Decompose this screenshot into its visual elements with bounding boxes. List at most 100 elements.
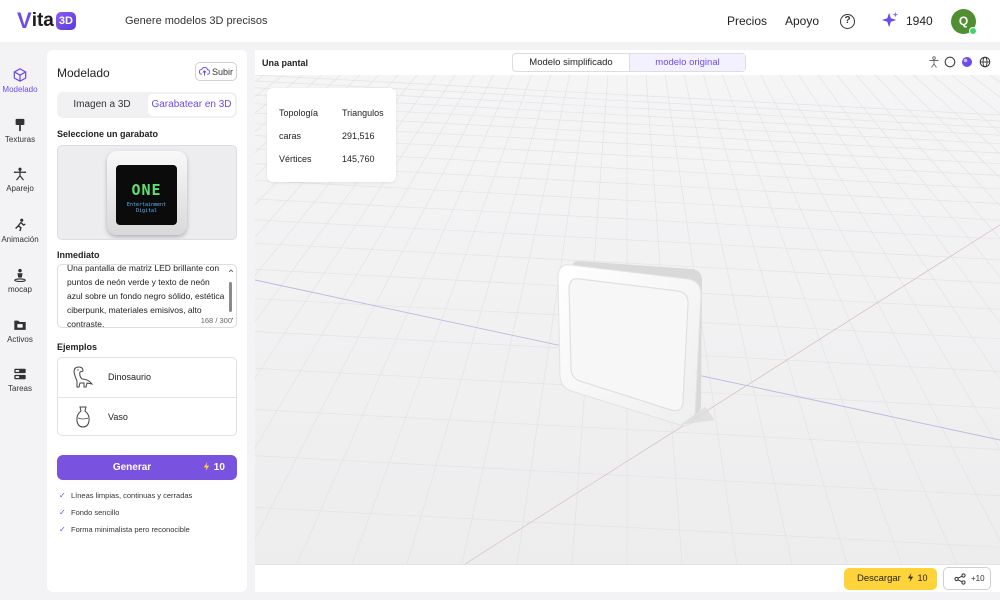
modeling-panel: Modelado Subir Imagen a 3D Garabatear en… <box>47 50 247 592</box>
avatar[interactable]: Q <box>951 9 977 35</box>
led-screen: ONE Entertainment Digital <box>116 165 177 225</box>
sketch-tips: ✓ Líneas limpias, continuas y cerradas ✓ F… <box>57 487 242 538</box>
lightning-sparkle-icon <box>907 573 914 582</box>
rail-item-tasks[interactable]: Tareas <box>0 367 40 393</box>
tip-item: ✓ Líneas limpias, continuas y cerradas <box>57 487 242 504</box>
upload-label: Subir <box>211 66 233 77</box>
rail-item-mocap[interactable]: mocap <box>0 268 40 294</box>
check-icon: ✓ <box>59 508 66 517</box>
tab-image-to-3d[interactable]: Imagen a 3D <box>59 94 145 116</box>
example-item-vase[interactable]: Vaso <box>58 397 236 436</box>
topology-stats-card: Topología Triangulos caras 291,516 Vérti… <box>267 88 396 182</box>
skeleton-icon <box>13 167 27 181</box>
led-screen-subtext: Entertainment Digital <box>126 202 167 214</box>
nav-pricing-link[interactable]: Precios <box>727 14 767 28</box>
rail-item-textures[interactable]: Texturas <box>0 118 40 144</box>
credits-count: 1940 <box>906 14 933 28</box>
3d-viewer: Una pantal Modelo simplificado modelo or… <box>255 50 1000 592</box>
task-list-icon <box>14 368 26 380</box>
mode-simplified[interactable]: Modelo simplificado <box>513 54 629 71</box>
tab-sketch-to-3d[interactable]: Garabatear en 3D <box>148 94 235 116</box>
rail-label: Animación <box>1 235 39 244</box>
examples-section-label: Ejemplos <box>57 342 98 352</box>
generate-cost: 10 <box>202 462 225 473</box>
cube-icon <box>13 68 27 82</box>
person-pin-icon <box>14 268 26 282</box>
viewer-toolbar: Una pantal Modelo simplificado modelo or… <box>255 50 1000 75</box>
rail-item-modeling[interactable]: Modelado <box>0 68 40 94</box>
folder-icon <box>14 320 26 330</box>
rail-item-animation[interactable]: Animación <box>0 218 40 244</box>
brush-icon <box>15 118 25 132</box>
lightning-sparkle-icon <box>203 462 210 471</box>
sparkle-icon <box>881 11 899 28</box>
share-label: +10 <box>971 574 985 583</box>
tip-text: Forma minimalista pero reconocible <box>71 525 190 534</box>
running-figure-icon <box>15 218 26 232</box>
rail-label: Tareas <box>7 384 32 393</box>
rail-label: mocap <box>7 285 32 294</box>
rail-label: Aparejo <box>6 184 34 193</box>
check-icon: ✓ <box>59 491 66 500</box>
logo-text: ita <box>31 10 54 31</box>
prompt-scroll-thumb[interactable] <box>229 282 232 312</box>
vase-icon <box>76 406 90 428</box>
download-cost-value: 10 <box>917 573 928 583</box>
panel-title: Modelado <box>57 66 110 80</box>
circle-icon[interactable] <box>944 56 956 68</box>
vita3d-logo[interactable]: V ita 3D <box>17 9 81 33</box>
download-label: Descargar <box>857 573 901 584</box>
help-icon[interactable]: ? <box>840 14 855 29</box>
prompt-section-label: Inmediato <box>57 250 100 260</box>
sphere-icon[interactable] <box>961 56 973 68</box>
sketch-section-label: Seleccione un garabato <box>57 129 159 139</box>
tagline: Genere modelos 3D precisos <box>125 15 268 27</box>
view-mode-icons <box>928 56 998 70</box>
input-mode-tabs: Imagen a 3D Garabatear en 3D <box>57 92 237 118</box>
example-label: Vaso <box>108 412 128 422</box>
generate-cost-value: 10 <box>213 462 225 473</box>
share-icon <box>954 573 966 585</box>
viewer-footer: Descargar 10 +10 <box>255 564 1000 592</box>
rail-label: Modelado <box>2 85 38 94</box>
download-button[interactable]: Descargar 10 <box>844 568 937 590</box>
upload-button[interactable]: Subir <box>195 62 237 81</box>
stat-faces-key: caras <box>279 131 302 141</box>
download-cost: 10 <box>906 573 928 583</box>
sketch-preview[interactable]: ONE Entertainment Digital <box>57 145 237 240</box>
stat-vertices-value: 145,760 <box>342 154 375 164</box>
rail-item-assets[interactable]: Activos <box>0 318 40 344</box>
example-item-dinosaur[interactable]: Dinosaurio <box>58 358 236 397</box>
generate-button[interactable]: Generar 10 <box>57 455 237 480</box>
cloud-upload-icon <box>198 67 210 76</box>
tip-text: Líneas limpias, continuas y cerradas <box>71 491 193 500</box>
nav-support-link[interactable]: Apoyo <box>785 14 819 28</box>
stat-header-value: Triangulos <box>342 108 384 118</box>
rail-label: Texturas <box>4 135 36 144</box>
stat-faces-value: 291,516 <box>342 131 375 141</box>
example-label: Dinosaurio <box>108 372 152 382</box>
led-display-image: ONE Entertainment Digital <box>107 151 187 235</box>
tip-item: ✓ Fondo sencillo <box>57 504 242 521</box>
model-mode-toggle: Modelo simplificado modelo original <box>512 53 746 72</box>
logo-v: V <box>17 8 32 33</box>
mode-original[interactable]: modelo original <box>629 54 745 71</box>
check-icon: ✓ <box>59 525 66 534</box>
top-header: V ita 3D Genere modelos 3D precisos Prec… <box>0 0 1000 42</box>
tip-text: Fondo sencillo <box>71 508 120 517</box>
figure-icon[interactable] <box>928 56 940 68</box>
logo-badge: 3D <box>55 12 76 30</box>
model-name: Una pantal <box>262 58 309 68</box>
stat-header-key: Topología <box>279 108 319 118</box>
share-button[interactable]: +10 <box>943 567 991 590</box>
online-status-dot <box>969 27 977 35</box>
globe-icon[interactable] <box>979 56 991 68</box>
prompt-textarea[interactable]: Una pantalla de matriz LED brillante con… <box>57 264 237 328</box>
examples-list: Dinosaurio Vaso <box>57 357 237 436</box>
rail-item-rigging[interactable]: Aparejo <box>0 167 40 193</box>
stat-vertices-key: Vértices <box>279 154 312 164</box>
rail-label: Activos <box>7 335 33 344</box>
generate-label: Generar <box>112 462 152 473</box>
left-rail: Modelado Texturas Aparejo Animación moca… <box>0 50 40 600</box>
dinosaur-icon <box>73 366 94 388</box>
